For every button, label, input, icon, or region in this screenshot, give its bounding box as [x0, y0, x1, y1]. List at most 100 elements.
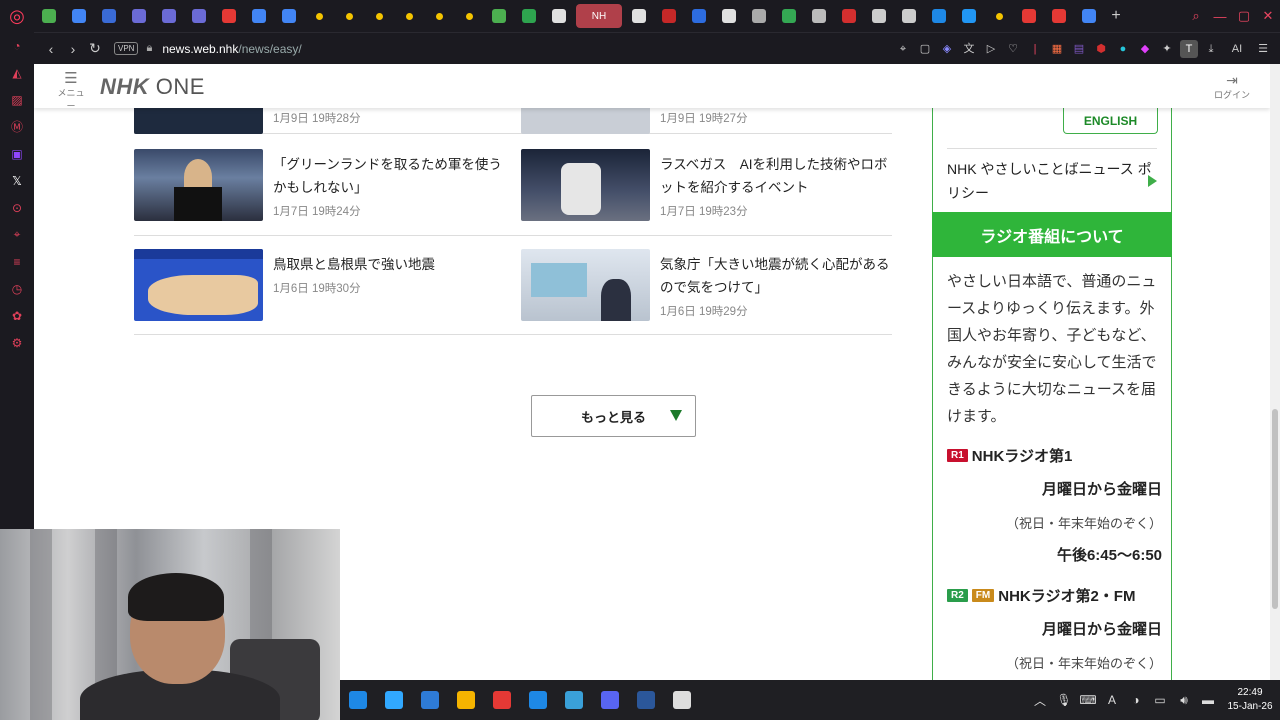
search-tabs-icon[interactable]: ⌕ [1184, 8, 1208, 24]
tab-1[interactable] [64, 0, 94, 32]
close-icon[interactable]: ✕ [1256, 8, 1280, 24]
tab-17[interactable] [544, 0, 574, 32]
tab-7[interactable] [244, 0, 274, 32]
tab-b-15[interactable] [1074, 0, 1104, 32]
drop-icon[interactable]: ● [1114, 40, 1132, 58]
taskbar-app-1[interactable] [376, 680, 412, 720]
mic-icon[interactable]: 🎙︎ [1052, 693, 1076, 707]
opera-logo-icon[interactable]: ◎ [0, 0, 34, 32]
maximize-icon[interactable]: ▢ [1232, 8, 1256, 24]
ublock-icon[interactable]: ⬢ [1092, 40, 1110, 58]
menu-button[interactable]: ☰ メニュー [54, 71, 88, 112]
back-icon[interactable]: ‹ [40, 41, 62, 57]
download-icon[interactable]: ⤓ [1202, 40, 1220, 58]
volume-icon[interactable]: 🔊︎ [1172, 693, 1196, 708]
taskbar-app-5[interactable] [520, 680, 556, 720]
taskbar-app-0[interactable] [340, 680, 376, 720]
taskbar-app-4[interactable] [484, 680, 520, 720]
tab-b-8[interactable] [864, 0, 894, 32]
lock-icon[interactable]: 🔒︎ [146, 42, 152, 55]
tab-b-0[interactable] [624, 0, 654, 32]
login-button[interactable]: ⇥ ログイン [1214, 72, 1250, 101]
news-title[interactable]: 気象庁「大きい地震が続く心配があるので気をつけて」 [660, 249, 890, 299]
news-title[interactable]: ラスベガス AIを利用した技術やロボットを紹介するイベント [660, 149, 890, 199]
clock[interactable]: 22:49 15-Jan-26 [1220, 686, 1280, 714]
send-icon[interactable]: ▷ [982, 40, 1000, 58]
url-field[interactable]: news.web.nhk/news/easy/ [162, 42, 301, 56]
snapshot-icon[interactable]: ▢ [916, 40, 934, 58]
settings-icon[interactable]: ⚙ [0, 329, 34, 356]
tab-b-4[interactable] [744, 0, 774, 32]
font-icon[interactable]: A [1100, 693, 1124, 707]
tab-b-10[interactable] [924, 0, 954, 32]
tab-12[interactable] [394, 0, 424, 32]
tab-b-6[interactable] [804, 0, 834, 32]
taskbar-app-8[interactable] [628, 680, 664, 720]
taskbar-app-3[interactable] [448, 680, 484, 720]
translate-icon[interactable]: 文 [960, 40, 978, 58]
network-icon[interactable]: ▭ [1148, 693, 1172, 707]
puzzle-icon[interactable]: ✦ [1158, 40, 1176, 58]
news-item[interactable]: 気象庁「大きい地震が続く心配があるので気をつけて」 1月6日 19時29分 [521, 249, 890, 321]
tab-15[interactable] [484, 0, 514, 32]
extensions-icon[interactable]: ✿ [0, 302, 34, 329]
news-thumbnail[interactable] [134, 149, 263, 221]
ext-2-icon[interactable]: ▤ [1070, 40, 1088, 58]
tab-b-11[interactable] [954, 0, 984, 32]
battery-icon[interactable]: ▬ [1196, 693, 1220, 707]
tab-b-13[interactable] [1014, 0, 1044, 32]
reload-icon[interactable]: ↻ [84, 40, 106, 57]
taskbar-app-6[interactable] [556, 680, 592, 720]
twitch-icon[interactable]: ▣ [0, 140, 34, 167]
news-item[interactable]: ラスベガス AIを利用した技術やロボットを紹介するイベント 1月7日 19時23分 [521, 149, 890, 221]
easy-setup-icon[interactable]: ☰ [1254, 40, 1272, 58]
tab-b-9[interactable] [894, 0, 924, 32]
no-ads-icon[interactable]: ▨ [0, 86, 34, 113]
tab-2[interactable] [94, 0, 124, 32]
shield-icon[interactable]: ◈ [938, 40, 956, 58]
messenger-icon[interactable]: Ⓜ [0, 113, 34, 140]
vpn-badge[interactable]: VPN [114, 42, 139, 55]
news-title[interactable]: 鳥取県と島根県で強い地震 [273, 249, 503, 276]
chevron-up-icon[interactable]: ︿ [1028, 692, 1052, 709]
pinboard-icon[interactable]: ⌖ [0, 221, 34, 248]
tab-b-1[interactable] [654, 0, 684, 32]
tab-b-3[interactable] [714, 0, 744, 32]
forward-icon[interactable]: › [62, 41, 84, 57]
history-icon[interactable]: ◷ [0, 275, 34, 302]
english-button[interactable]: ENGLISH [1063, 108, 1158, 134]
taskbar-app-9[interactable] [664, 680, 700, 720]
tab-5[interactable] [184, 0, 214, 32]
speed-dial-icon[interactable]: ◔ [0, 32, 34, 59]
tab-b-12[interactable] [984, 0, 1014, 32]
taskbar-app-7[interactable] [592, 680, 628, 720]
news-item[interactable]: 「グリーンランドを取るため軍を使うかもしれない」 1月7日 19時24分 [134, 149, 503, 221]
tab-10[interactable] [334, 0, 364, 32]
news-thumbnail[interactable] [521, 249, 650, 321]
x-icon[interactable]: 𝕏 [0, 167, 34, 194]
profile-icon[interactable]: T [1180, 39, 1198, 58]
tab-9[interactable] [304, 0, 334, 32]
tab-14[interactable] [454, 0, 484, 32]
pin-icon[interactable]: ⌖ [894, 40, 912, 58]
ext-1-icon[interactable]: ▦ [1048, 40, 1066, 58]
refresh-icon[interactable]: ◑ [1124, 693, 1148, 707]
policy-link[interactable]: NHK やさしいことばニュース ポリシー [947, 148, 1157, 205]
taskbar-app-2[interactable] [412, 680, 448, 720]
news-item[interactable]: 鳥取県と島根県で強い地震 1月6日 19時30分 [134, 249, 503, 321]
ext-3-icon[interactable]: ◆ [1136, 40, 1154, 58]
nhk-one-logo[interactable]: NHK ONE [100, 74, 205, 100]
tabs-icon[interactable]: ≡ [0, 248, 34, 275]
tab-4[interactable] [154, 0, 184, 32]
news-thumbnail[interactable] [521, 149, 650, 221]
heart-icon[interactable]: ♡ [1004, 40, 1022, 58]
minimize-icon[interactable]: — [1208, 9, 1232, 24]
keyboard-icon[interactable]: ⌨ [1076, 693, 1100, 707]
tab-13[interactable] [424, 0, 454, 32]
scrollbar-thumb[interactable] [1272, 409, 1278, 609]
tab-3[interactable] [124, 0, 154, 32]
player-icon[interactable]: ⊙ [0, 194, 34, 221]
tab-active[interactable]: NH [576, 4, 622, 28]
news-thumbnail[interactable] [134, 249, 263, 321]
tab-b-2[interactable] [684, 0, 714, 32]
